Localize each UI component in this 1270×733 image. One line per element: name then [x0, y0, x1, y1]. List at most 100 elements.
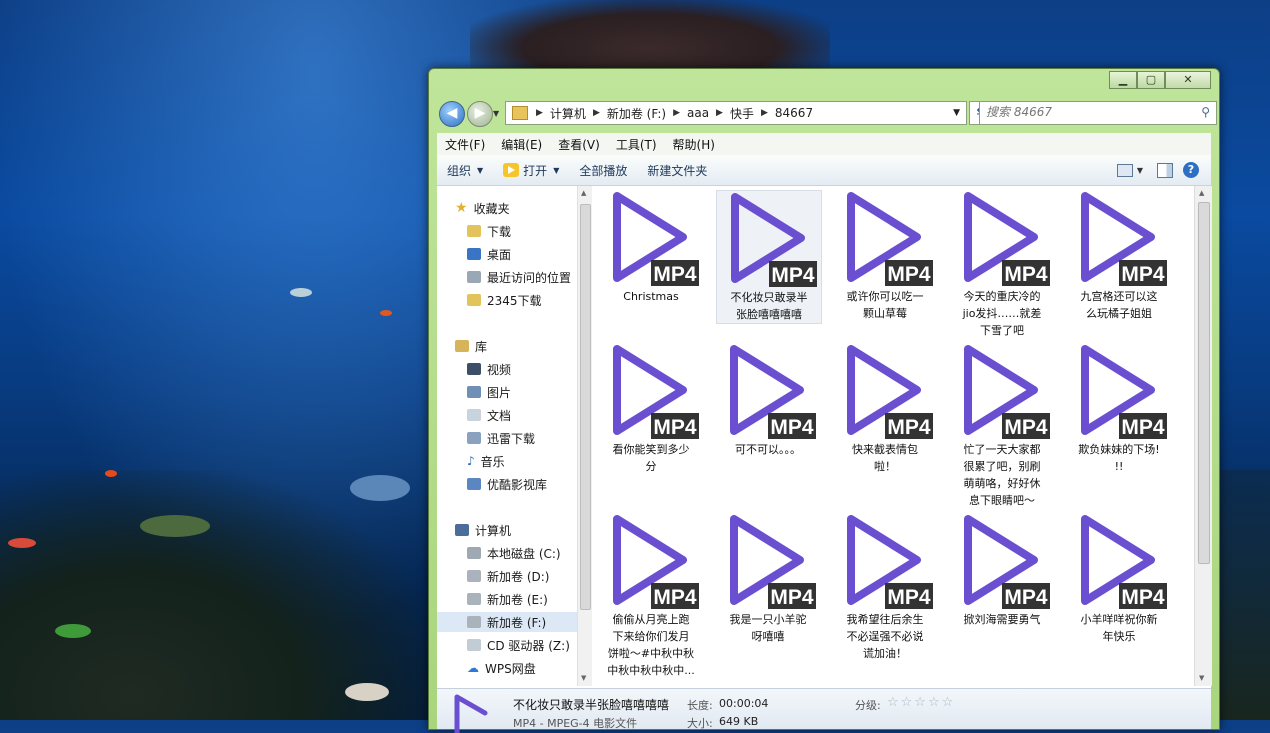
scroll-down-icon[interactable]: ▼ — [1199, 674, 1204, 682]
search-input[interactable] — [980, 102, 1192, 122]
breadcrumb-84667[interactable]: 84667 — [772, 106, 816, 120]
file-item[interactable]: MP4 我希望往后余生 不必逞强不必说 谎加油！ — [833, 513, 937, 662]
nav-item-2345[interactable]: 2345下载 — [467, 290, 542, 310]
nav-item-label: 桌面 — [487, 247, 512, 262]
nav-item-music[interactable]: ♪ 音乐 — [467, 451, 505, 471]
file-item[interactable]: MP4 可不可以。。。 — [716, 343, 820, 458]
details-size-value: 649 KB — [719, 715, 759, 728]
recent-pages-dropdown[interactable]: ▼ — [493, 109, 499, 118]
mp4-video-icon: MP4 — [730, 515, 816, 609]
address-bar[interactable]: ▶ 计算机 ▶ 新加卷 (F:) ▶ aaa ▶ 快手 ▶ 84667 ▼ — [505, 101, 967, 125]
forward-button[interactable]: ▶ — [467, 101, 493, 127]
menu-file[interactable]: 文件(F) — [437, 136, 493, 153]
file-item[interactable]: MP4 快来截表情包 啦！ — [833, 343, 937, 475]
nav-libraries[interactable]: 库 — [455, 336, 487, 356]
file-item[interactable]: MP4 看你能笑到多少分 — [599, 343, 703, 475]
chevron-down-icon: ▼ — [553, 165, 560, 175]
organize-button[interactable]: 组织 ▼ — [437, 162, 493, 179]
file-scrollbar[interactable]: ▲ ▼ — [1194, 186, 1212, 686]
file-item[interactable]: MP4 掀刘海需要勇气 — [950, 513, 1054, 628]
nav-item-label: 文档 — [487, 408, 512, 423]
file-name: 欺负妹妹的下场!!! — [1067, 441, 1171, 475]
file-item[interactable]: MP4 不化妆只敢录半 张脸嘻嘻嘻嘻 — [716, 190, 822, 324]
file-name-line: 我是一只小羊驼 — [729, 613, 807, 626]
mp4-video-icon: MP4 — [1081, 515, 1167, 609]
play-all-button[interactable]: 全部播放 — [569, 162, 637, 179]
nav-item-label: 新加卷 (E:) — [487, 592, 548, 607]
nav-item-videos[interactable]: 视频 — [467, 359, 511, 379]
nav-drive-e[interactable]: 新加卷 (E:) — [467, 589, 548, 609]
mp4-video-icon: MP4 — [964, 345, 1050, 439]
breadcrumb-separator-icon[interactable]: ▶ — [669, 108, 684, 118]
play-app-icon — [503, 163, 520, 177]
file-item[interactable]: MP4 九宫格还可以这 么玩橘子姐姐 — [1067, 190, 1171, 322]
nav-item-documents[interactable]: 文档 — [467, 405, 511, 425]
nav-item-thunder[interactable]: 迅雷下载 — [467, 428, 535, 448]
back-button[interactable]: ◀ — [439, 101, 465, 127]
nav-favorites-label: 收藏夹 — [473, 201, 510, 216]
help-button[interactable]: ? — [1183, 162, 1199, 178]
nav-drive-c[interactable]: 本地磁盘 (C:) — [467, 543, 561, 563]
svg-text:MP4: MP4 — [653, 416, 697, 439]
file-item[interactable]: MP4 今天的重庆冷的 jio发抖……就差 下雪了吧 — [950, 190, 1054, 339]
view-dropdown-icon[interactable]: ▼ — [1137, 166, 1143, 175]
nav-favorites[interactable]: ★ 收藏夹 — [455, 198, 510, 218]
pictures-library-icon — [467, 386, 481, 398]
details-file-type: MP4 - MPEG-4 电影文件 — [513, 717, 638, 730]
breadcrumb-computer[interactable]: 计算机 — [547, 105, 589, 122]
file-item[interactable]: MP4 欺负妹妹的下场!!! — [1067, 343, 1171, 475]
scrollbar-thumb[interactable] — [1198, 202, 1210, 564]
menu-edit[interactable]: 编辑(E) — [493, 136, 550, 153]
scroll-up-icon[interactable]: ▲ — [581, 189, 586, 197]
breadcrumb-kuaishou[interactable]: 快手 — [727, 105, 757, 122]
file-name-line: 欺负妹妹的下场! — [1078, 443, 1160, 456]
minimize-button[interactable]: ▁ — [1109, 71, 1137, 89]
breadcrumb-aaa[interactable]: aaa — [684, 106, 712, 120]
nav-drive-d[interactable]: 新加卷 (D:) — [467, 566, 549, 586]
menu-tools[interactable]: 工具(T) — [608, 136, 665, 153]
scroll-down-icon[interactable]: ▼ — [581, 674, 586, 682]
nav-item-pictures[interactable]: 图片 — [467, 382, 511, 402]
search-icon[interactable]: ⚲ — [1201, 105, 1210, 119]
breadcrumb-drive-f[interactable]: 新加卷 (F:) — [604, 105, 669, 122]
file-name: 忙了一天大家都 很累了吧，别刷 萌萌咯，好好休 息下眼睛吧～ — [950, 441, 1054, 509]
nav-drive-f[interactable]: 新加卷 (F:) — [437, 612, 577, 632]
maximize-button[interactable]: ▢ — [1137, 71, 1165, 89]
scrollbar-thumb[interactable] — [580, 204, 591, 610]
preview-pane-icon[interactable] — [1157, 162, 1173, 178]
nav-wps-drive[interactable]: ☁ WPS网盘 — [467, 658, 536, 678]
breadcrumb-separator-icon[interactable]: ▶ — [589, 108, 604, 118]
file-item[interactable]: MP4 Christmas — [599, 190, 703, 305]
change-view-icon[interactable] — [1116, 163, 1133, 177]
rating-stars[interactable]: ☆☆☆☆☆ — [887, 695, 955, 710]
file-name-line: 不化妆只敢录半 — [730, 291, 808, 304]
close-button[interactable]: ✕ — [1165, 71, 1211, 89]
address-dropdown-icon[interactable]: ▼ — [947, 108, 966, 118]
command-bar: 组织 ▼ 打开 ▼ 全部播放 新建文件夹 ▼ ? — [437, 155, 1211, 186]
scroll-up-icon[interactable]: ▲ — [1199, 189, 1204, 197]
file-name-line: 偷偷从月亮上跑 — [612, 613, 690, 626]
breadcrumb-separator-icon[interactable]: ▶ — [757, 108, 772, 118]
menu-help[interactable]: 帮助(H) — [665, 136, 723, 153]
svg-text:MP4: MP4 — [653, 263, 697, 286]
file-name: 看你能笑到多少分 — [599, 441, 703, 475]
cloud-icon: ☁ — [467, 661, 479, 675]
nav-item-youku[interactable]: 优酷影视库 — [467, 474, 547, 494]
file-item[interactable]: MP4 偷偷从月亮上跑 下来给你们发月 饼啦～#中秋中秋 中秋中秋中秋中... — [599, 513, 703, 679]
file-item[interactable]: MP4 忙了一天大家都 很累了吧，别刷 萌萌咯，好好休 息下眼睛吧～ — [950, 343, 1054, 509]
file-item[interactable]: MP4 我是一只小羊驼 呀嘻嘻 — [716, 513, 820, 645]
file-item[interactable]: MP4 或许你可以吃一 颗山草莓 — [833, 190, 937, 322]
navigation-scrollbar[interactable]: ▲ ▼ — [577, 186, 592, 686]
music-note-icon: ♪ — [467, 454, 475, 468]
open-button[interactable]: 打开 ▼ — [493, 162, 569, 179]
menu-view[interactable]: 查看(V) — [550, 136, 608, 153]
file-item[interactable]: MP4 小羊咩咩祝你新 年快乐 — [1067, 513, 1171, 645]
nav-item-recent[interactable]: 最近访问的位置 — [467, 267, 571, 287]
search-box[interactable]: ⚲ — [979, 101, 1217, 125]
nav-computer[interactable]: 计算机 — [455, 520, 511, 540]
new-folder-button[interactable]: 新建文件夹 — [637, 162, 717, 179]
nav-item-desktop[interactable]: 桌面 — [467, 244, 511, 264]
nav-item-downloads[interactable]: 下载 — [467, 221, 511, 241]
breadcrumb-separator-icon[interactable]: ▶ — [712, 108, 727, 118]
nav-drive-z[interactable]: CD 驱动器 (Z:) — [467, 635, 570, 655]
